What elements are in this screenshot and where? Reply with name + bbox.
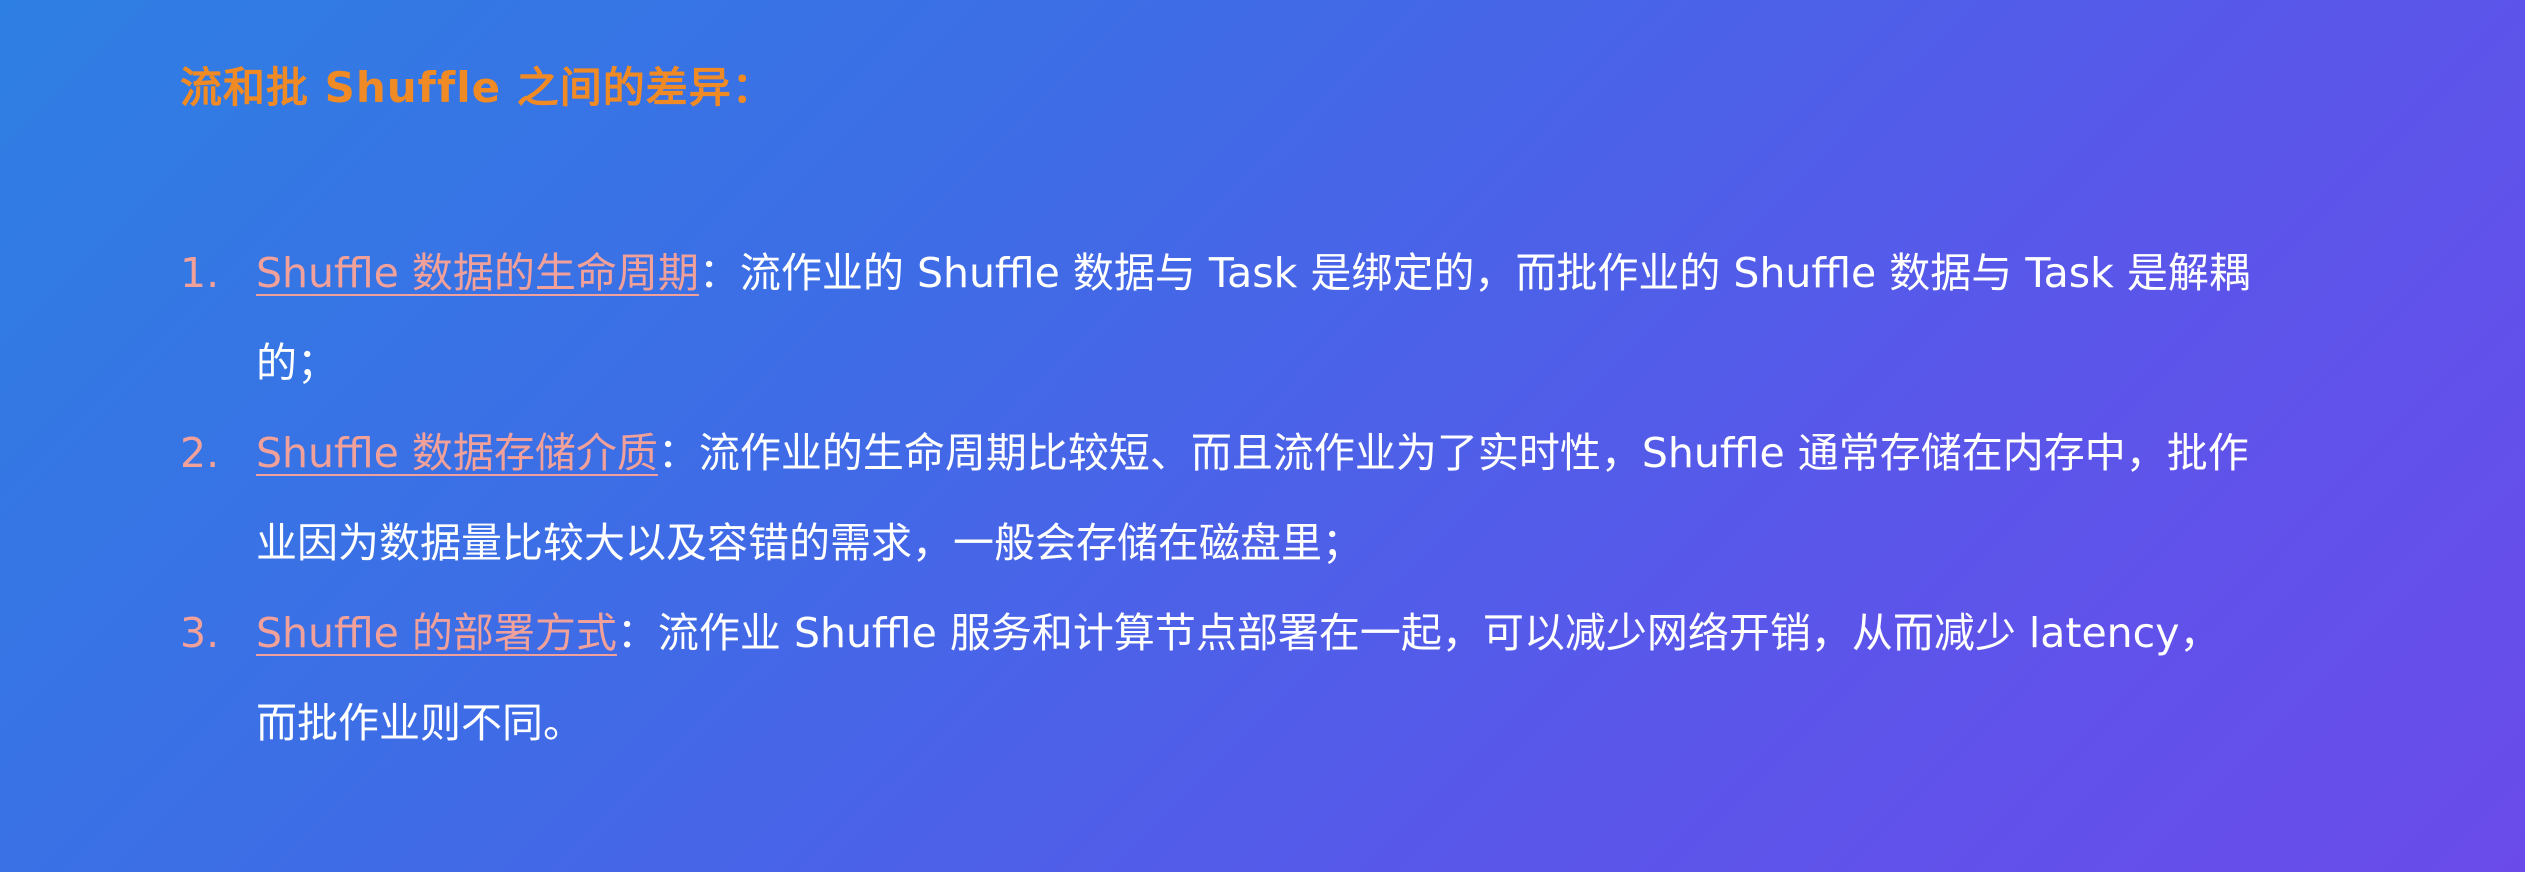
list-number: 1. bbox=[180, 249, 220, 297]
topic-link-deployment[interactable]: Shuffle 的部署方式 bbox=[256, 609, 617, 657]
list-item-deployment: 3. Shuffle 的部署方式：流作业 Shuffle 服务和计算节点部署在一… bbox=[180, 588, 2260, 768]
topic-link-lifecycle[interactable]: Shuffle 数据的生命周期 bbox=[256, 249, 699, 297]
list-item-storage-medium: 2. Shuffle 数据存储介质：流作业的生命周期比较短、而且流作业为了实时性… bbox=[180, 408, 2260, 588]
list-number: 3. bbox=[180, 609, 220, 657]
difference-list: 1. Shuffle 数据的生命周期：流作业的 Shuffle 数据与 Task… bbox=[180, 228, 2260, 768]
list-item-lifecycle: 1. Shuffle 数据的生命周期：流作业的 Shuffle 数据与 Task… bbox=[180, 228, 2260, 408]
slide: 流和批 Shuffle 之间的差异： 1. Shuffle 数据的生命周期：流作… bbox=[0, 0, 2525, 872]
slide-title: 流和批 Shuffle 之间的差异： bbox=[180, 63, 775, 112]
topic-link-storage-medium[interactable]: Shuffle 数据存储介质 bbox=[256, 429, 658, 477]
list-number: 2. bbox=[180, 429, 220, 477]
